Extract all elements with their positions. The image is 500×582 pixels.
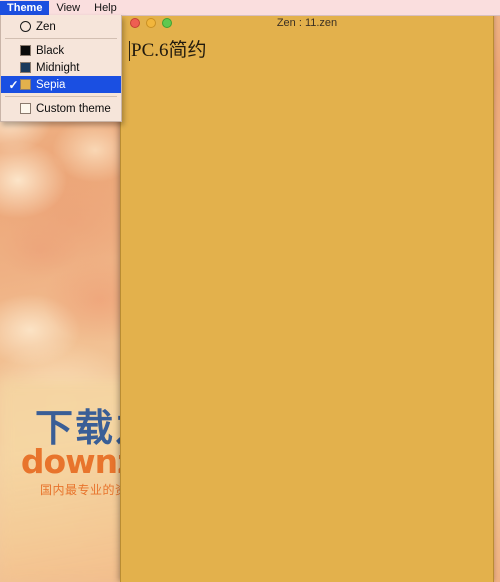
checkmark-icon: ✓ xyxy=(7,103,20,115)
close-button[interactable] xyxy=(130,18,140,28)
window-controls xyxy=(130,18,172,28)
checkmark-icon: ✓ xyxy=(7,45,20,57)
text-caret xyxy=(129,41,130,61)
theme-dropdown-menu[interactable]: ✓ Zen ✓ Black ✓ Midnight ✓ Sepia ✓ Custo… xyxy=(0,15,122,122)
black-swatch-icon xyxy=(20,45,31,56)
text-editor-area[interactable]: PC.6简约 xyxy=(121,33,493,582)
menu-divider xyxy=(5,38,117,39)
window-title: Zen : 11.zen xyxy=(276,17,338,29)
menubar-item-view[interactable]: View xyxy=(49,1,87,15)
menu-item-zen[interactable]: ✓ Zen xyxy=(1,18,121,35)
minimize-button[interactable] xyxy=(146,18,156,28)
menubar[interactable]: Theme View Help xyxy=(0,0,500,16)
window-titlebar[interactable]: Zen : 11.zen xyxy=(121,13,493,33)
document-text: PC.6简约 xyxy=(131,40,207,61)
checkmark-icon: ✓ xyxy=(7,21,20,33)
menu-item-label: Midnight xyxy=(36,61,80,74)
menu-item-black[interactable]: ✓ Black xyxy=(1,42,121,59)
menu-item-sepia[interactable]: ✓ Sepia xyxy=(1,76,121,93)
menu-item-label: Sepia xyxy=(36,78,66,91)
menu-divider xyxy=(5,96,117,97)
custom-swatch-icon xyxy=(20,103,31,114)
menu-item-label: Custom theme xyxy=(36,102,111,115)
zen-circle-icon xyxy=(20,21,31,32)
checkmark-icon: ✓ xyxy=(8,77,19,92)
menu-item-midnight[interactable]: ✓ Midnight xyxy=(1,59,121,76)
sepia-swatch-icon xyxy=(20,79,31,90)
checkmark-icon: ✓ xyxy=(7,62,20,74)
menu-item-label: Black xyxy=(36,44,65,57)
menu-item-custom-theme[interactable]: ✓ Custom theme xyxy=(1,100,121,117)
midnight-swatch-icon xyxy=(20,62,31,73)
menubar-item-theme[interactable]: Theme xyxy=(0,0,50,15)
menu-item-label: Zen xyxy=(36,20,56,33)
desktop-screen: Zen : 11.zen PC.6简约 下载之家 downza.cn 国内最专业… xyxy=(0,0,500,582)
zen-app-window[interactable]: Zen : 11.zen PC.6简约 xyxy=(120,12,494,582)
zoom-button[interactable] xyxy=(162,18,172,28)
document-first-line: PC.6简约 xyxy=(129,39,493,63)
menubar-item-help[interactable]: Help xyxy=(87,1,124,15)
